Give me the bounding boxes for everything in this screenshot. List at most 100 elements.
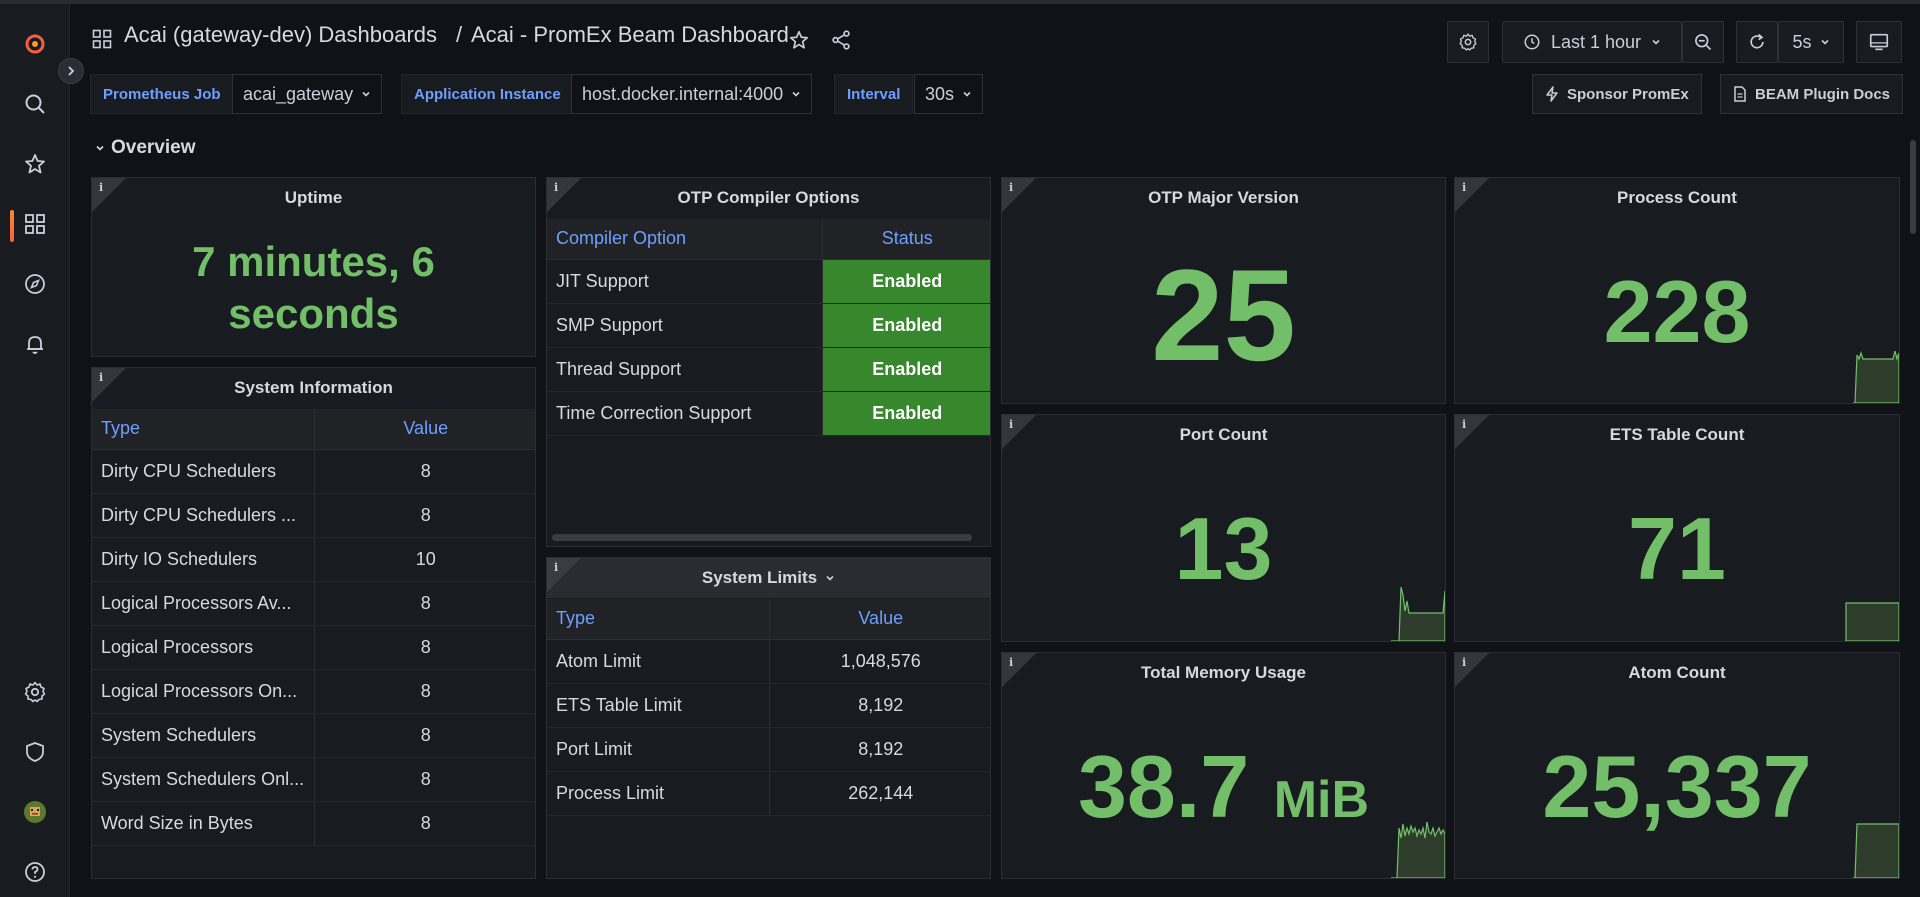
refresh-button[interactable]: [1736, 21, 1778, 63]
table-row: Port Limit 8,192: [547, 727, 990, 772]
stat-unit: MiB: [1273, 771, 1370, 829]
table-row: Atom Limit 1,048,576: [547, 639, 990, 684]
clock-icon: [1524, 34, 1540, 50]
panel-port-count: i Port Count 13: [1001, 414, 1446, 642]
column-header-status[interactable]: Status: [822, 219, 990, 260]
tv-icon: [1869, 33, 1889, 51]
type-cell: Port Limit: [547, 727, 770, 772]
refresh-interval-label: 5s: [1792, 31, 1812, 52]
dashboard-settings-button[interactable]: [1447, 21, 1489, 63]
prometheus-job-label: Prometheus Job: [90, 74, 234, 114]
total-memory-sparkline: [1391, 821, 1445, 878]
sponsor-promex-label: Sponsor PromEx: [1567, 85, 1689, 103]
chevron-down-icon[interactable]: [95, 143, 105, 153]
column-header-value[interactable]: Value: [314, 409, 535, 450]
panel-title[interactable]: Process Count: [1455, 178, 1899, 218]
grafana-logo[interactable]: [15, 24, 55, 64]
expand-sidebar-button[interactable]: [58, 58, 84, 84]
table-row: Logical Processors Av... 8: [92, 581, 535, 626]
type-cell: ETS Table Limit: [547, 683, 770, 728]
prometheus-job-select[interactable]: acai_gateway: [232, 74, 383, 114]
chevron-down-icon: [1820, 39, 1829, 45]
panel-title[interactable]: OTP Compiler Options: [547, 178, 990, 218]
gear-icon: [1459, 33, 1477, 51]
gear-icon[interactable]: [15, 672, 55, 712]
stat-value: 71: [1628, 499, 1726, 598]
value-cell: 8: [314, 581, 535, 626]
column-header-type[interactable]: Type: [547, 599, 770, 640]
stat-value-group: 38.7 MiB: [1002, 743, 1445, 831]
bell-icon[interactable]: [15, 324, 55, 364]
panel-title[interactable]: System Information: [92, 368, 535, 408]
shield-icon[interactable]: [15, 732, 55, 772]
column-header-compiler-option[interactable]: Compiler Option: [547, 219, 823, 260]
chevron-right-icon: [68, 66, 75, 76]
page-title[interactable]: Acai - PromEx Beam Dashboard: [471, 22, 789, 48]
compiler-options-table: Compiler Option Status JIT Support Enable…: [547, 219, 990, 436]
panel-title-menu[interactable]: System Limits: [547, 558, 990, 598]
type-cell: Dirty IO Schedulers: [92, 537, 315, 582]
zoom-out-button[interactable]: [1682, 21, 1724, 63]
uptime-value-line2: seconds: [228, 290, 399, 337]
stat-value: 25,337: [1542, 737, 1812, 836]
sponsor-promex-link[interactable]: Sponsor PromEx: [1532, 74, 1702, 114]
stat-value: 228: [1603, 262, 1751, 361]
panel-title[interactable]: Total Memory Usage: [1002, 653, 1445, 693]
panel-title[interactable]: Uptime: [92, 178, 535, 218]
panel-uptime: i Uptime 7 minutes, 6 seconds: [91, 177, 536, 357]
type-cell: Atom Limit: [547, 639, 770, 684]
interval-select[interactable]: 30s: [914, 74, 984, 114]
row-title-overview[interactable]: Overview: [111, 137, 196, 159]
time-range-picker[interactable]: Last 1 hour: [1502, 21, 1682, 63]
tv-mode-button[interactable]: [1856, 21, 1902, 63]
star-icon[interactable]: [15, 144, 55, 184]
chevron-down-icon: [1652, 39, 1660, 45]
panel-title[interactable]: ETS Table Count: [1455, 415, 1899, 455]
refresh-interval-picker[interactable]: 5s: [1778, 21, 1844, 63]
compiler-option-cell: SMP Support: [547, 303, 823, 348]
table-row: Process Limit 262,144: [547, 771, 990, 816]
table-row: Dirty IO Schedulers 10: [92, 537, 535, 582]
search-icon[interactable]: [15, 84, 55, 124]
type-cell: System Schedulers Onl...: [92, 757, 315, 802]
panel-otp-major-version: i OTP Major Version 25: [1001, 177, 1446, 404]
panel-otp-compiler-options: i OTP Compiler Options Compiler Option S…: [546, 177, 991, 547]
status-cell: Enabled: [822, 347, 990, 392]
type-cell: Logical Processors Av...: [92, 581, 315, 626]
panel-title[interactable]: Atom Count: [1455, 653, 1899, 693]
column-header-value[interactable]: Value: [769, 599, 990, 640]
compiler-option-cell: Time Correction Support: [547, 391, 823, 436]
table-row: ETS Table Limit 8,192: [547, 683, 990, 728]
sidebar: [0, 4, 70, 897]
column-header-type[interactable]: Type: [92, 409, 315, 450]
breadcrumb-dashboards[interactable]: Acai (gateway-dev) Dashboards: [124, 22, 437, 48]
table-row: JIT Support Enabled: [547, 259, 990, 304]
panel-ets-table-count: i ETS Table Count 71: [1454, 414, 1900, 642]
share-icon[interactable]: [830, 29, 852, 51]
breadcrumb-separator: /: [456, 22, 463, 47]
compiler-option-cell: Thread Support: [547, 347, 823, 392]
time-range-label: Last 1 hour: [1550, 31, 1642, 52]
top-header: Acai (gateway-dev) Dashboards / Acai - P…: [70, 4, 1920, 72]
value-cell: 8: [314, 757, 535, 802]
system-limits-table: Type Value Atom Limit 1,048,576 ETS Table…: [547, 599, 990, 816]
beam-plugin-docs-link[interactable]: BEAM Plugin Docs: [1720, 74, 1904, 114]
horizontal-scrollbar[interactable]: [552, 534, 972, 541]
value-cell: 8: [314, 669, 535, 714]
stat-value: 13: [1174, 499, 1273, 598]
app-instance-value: host.docker.internal:4000: [582, 83, 784, 104]
avatar[interactable]: [15, 792, 55, 832]
star-icon[interactable]: [788, 29, 810, 51]
panel-system-information: i System Information Type Value Dirty CP…: [91, 367, 536, 879]
system-information-table: Type Value Dirty CPU Schedulers 8 Dirty C…: [92, 409, 535, 846]
help-icon[interactable]: [15, 852, 55, 892]
page-scrollbar[interactable]: [1910, 140, 1916, 234]
process-count-sparkline: [1853, 350, 1899, 403]
status-cell: Enabled: [822, 259, 990, 304]
table-row: Dirty CPU Schedulers 8: [92, 449, 535, 494]
dashboards-icon[interactable]: [15, 204, 55, 244]
panel-title[interactable]: OTP Major Version: [1002, 178, 1445, 218]
app-instance-select[interactable]: host.docker.internal:4000: [571, 74, 813, 114]
explore-compass-icon[interactable]: [15, 264, 55, 304]
panel-title[interactable]: Port Count: [1002, 415, 1445, 455]
